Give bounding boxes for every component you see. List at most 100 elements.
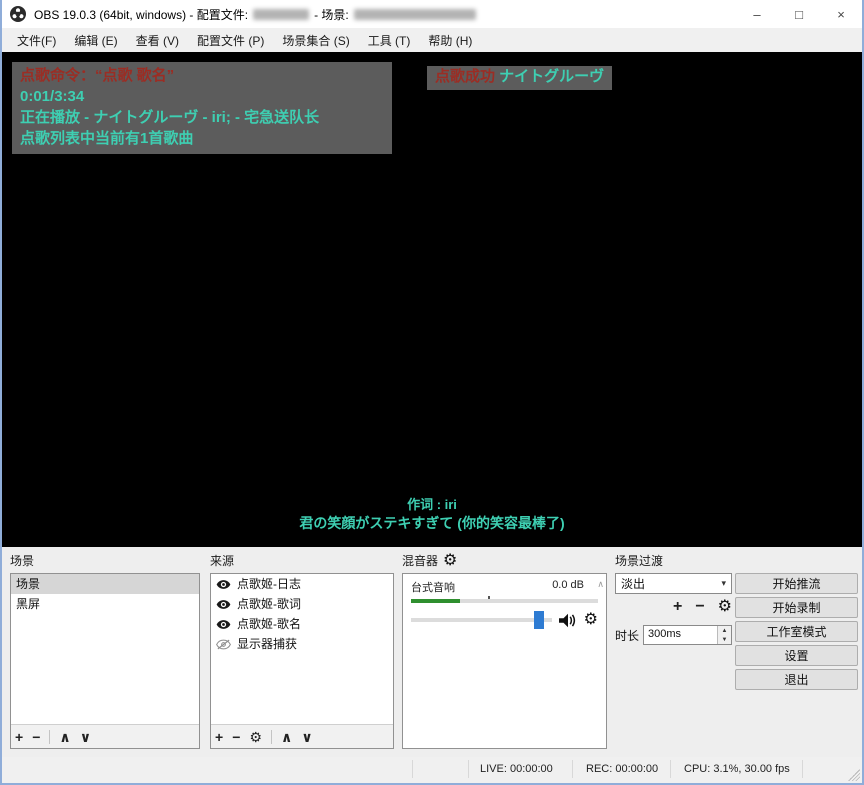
menu-tools[interactable]: 工具 (T) — [359, 28, 420, 53]
mixer-box: 台式音响 0.0 dB ∧ ⚙ — [402, 573, 607, 749]
duration-value: 300ms — [644, 626, 717, 644]
menu-edit[interactable]: 编辑 (E) — [65, 28, 126, 53]
menu-profile[interactable]: 配置文件 (P) — [188, 28, 273, 53]
window-title: OBS 19.0.3 (64bit, windows) - 配置文件: - 场景… — [34, 6, 476, 23]
volume-meter-tick — [488, 596, 490, 599]
toolbar-divider — [271, 730, 272, 744]
scene-label: 黑屏 — [16, 594, 40, 614]
spin-down-icon[interactable]: ▼ — [718, 635, 731, 644]
source-label: 点歌姬-歌词 — [237, 594, 301, 614]
sources-toolbar: + − ⚙ ∧ ∨ — [211, 724, 393, 748]
song-success-overlay: 点歌成功 ナイトグルーヴ — [427, 66, 612, 90]
window-title-prefix: OBS 19.0.3 (64bit, windows) - 配置文件: — [34, 6, 248, 23]
menu-file[interactable]: 文件(F) — [8, 28, 65, 53]
window-controls: – □ × — [736, 0, 862, 28]
source-label: 点歌姬-日志 — [237, 574, 301, 594]
chevron-down-icon: ▾ — [721, 578, 726, 589]
start-recording-button[interactable]: 开始录制 — [735, 597, 858, 618]
menu-view[interactable]: 查看 (V) — [127, 28, 188, 53]
mixer-scroll-up-icon[interactable]: ∧ — [597, 579, 604, 590]
visibility-eye-icon[interactable] — [216, 579, 231, 590]
mixer-title-label: 混音器 — [402, 552, 438, 569]
mixer-channel: 台式音响 0.0 dB ∧ ⚙ — [403, 574, 606, 748]
add-scene-button[interactable]: + — [15, 730, 23, 744]
sources-list-box: 点歌姬-日志 点歌姬-歌词 点歌姬-歌名 显示器捕获 + − ⚙ — [210, 573, 394, 749]
start-streaming-button[interactable]: 开始推流 — [735, 573, 858, 594]
status-cpu-fps: CPU: 3.1%, 30.00 fps — [684, 763, 790, 775]
source-row[interactable]: 显示器捕获 — [211, 634, 393, 654]
visibility-eye-icon[interactable] — [216, 599, 231, 610]
scene-label: 场景 — [16, 574, 40, 594]
overlay-queue-info: 点歌列表中当前有1首歌曲 — [20, 128, 384, 149]
minimize-button[interactable]: – — [736, 0, 778, 28]
channel-gear-icon[interactable]: ⚙ — [584, 612, 598, 628]
source-label: 显示器捕获 — [237, 634, 297, 654]
studio-mode-button[interactable]: 工作室模式 — [735, 621, 858, 642]
settings-button[interactable]: 设置 — [735, 645, 858, 666]
transitions-panel: 淡出 ▾ + − ⚙ 时长 300ms ▲ ▼ — [615, 547, 732, 757]
redacted-profile-name — [253, 9, 309, 20]
transition-select[interactable]: 淡出 ▾ — [615, 573, 732, 594]
volume-meter — [411, 599, 598, 603]
exit-button[interactable]: 退出 — [735, 669, 858, 690]
volume-meter-fill — [411, 599, 460, 603]
source-properties-gear-icon[interactable]: ⚙ — [249, 730, 262, 744]
scene-row[interactable]: 场景 — [11, 574, 199, 594]
redacted-scene-collection-name — [354, 9, 476, 20]
mixer-channel-db: 0.0 dB — [552, 579, 584, 595]
scene-up-button[interactable]: ∧ — [59, 730, 70, 744]
status-divider — [670, 760, 671, 778]
duration-label: 时长 — [615, 627, 639, 644]
sources-panel-title: 来源 — [210, 552, 234, 569]
scene-down-button[interactable]: ∨ — [80, 730, 91, 744]
lyrics-credit: 作词 : iri — [2, 496, 862, 514]
status-rec-time: REC: 00:00:00 — [586, 763, 658, 775]
overlay-success-status: 点歌成功 — [435, 68, 495, 85]
song-request-overlay: 点歌命令：“点歌 歌名” 0:01/3:34 正在播放 - ナイトグルーヴ - … — [12, 62, 392, 154]
spin-up-icon[interactable]: ▲ — [718, 626, 731, 635]
sources-list: 点歌姬-日志 点歌姬-歌词 点歌姬-歌名 显示器捕获 — [211, 574, 393, 724]
status-bar: LIVE: 00:00:00 REC: 00:00:00 CPU: 3.1%, … — [2, 757, 862, 783]
mixer-gear-icon[interactable]: ⚙ — [443, 553, 457, 569]
remove-source-button[interactable]: − — [232, 730, 240, 744]
status-live-time: LIVE: 00:00:00 — [480, 763, 553, 775]
status-divider — [572, 760, 573, 778]
obs-main-window: OBS 19.0.3 (64bit, windows) - 配置文件: - 场景… — [0, 0, 864, 785]
overlay-now-playing: 正在播放 - ナイトグルーヴ - iri; - 宅急送队长 — [20, 107, 384, 128]
volume-slider-handle[interactable] — [534, 611, 544, 629]
add-transition-button[interactable]: + — [673, 599, 682, 615]
source-row[interactable]: 点歌姬-歌名 — [211, 614, 393, 634]
menu-scene-collection[interactable]: 场景集合 (S) — [273, 28, 358, 53]
status-divider — [412, 760, 413, 778]
transition-toolbar: + − ⚙ — [615, 599, 732, 615]
lyrics-line: 君の笑顔がステキすぎて (你的笑容最棒了) — [2, 514, 862, 533]
scene-row[interactable]: 黑屏 — [11, 594, 199, 614]
source-row[interactable]: 点歌姬-歌词 — [211, 594, 393, 614]
status-divider — [468, 760, 469, 778]
remove-scene-button[interactable]: − — [32, 730, 40, 744]
transition-gear-icon[interactable]: ⚙ — [718, 599, 732, 615]
scenes-list-box: 场景 黑屏 + − ∧ ∨ — [10, 573, 200, 749]
window-title-middle: - 场景: — [314, 6, 349, 23]
overlay-time: 0:01/3:34 — [20, 86, 384, 107]
transition-selected-value: 淡出 — [621, 575, 645, 592]
source-row[interactable]: 点歌姬-日志 — [211, 574, 393, 594]
maximize-button[interactable]: □ — [778, 0, 820, 28]
resize-grip[interactable] — [848, 769, 860, 781]
duration-spinner[interactable]: 300ms ▲ ▼ — [643, 625, 732, 645]
mixer-channel-name: 台式音响 — [411, 579, 455, 595]
menu-help[interactable]: 帮助 (H) — [419, 28, 481, 53]
volume-slider[interactable] — [411, 618, 552, 622]
remove-transition-button[interactable]: − — [695, 599, 704, 615]
source-down-button[interactable]: ∨ — [301, 730, 312, 744]
visibility-eye-off-icon[interactable] — [216, 639, 231, 650]
source-up-button[interactable]: ∧ — [281, 730, 292, 744]
scenes-panel-title: 场景 — [10, 552, 34, 569]
speaker-icon[interactable] — [559, 613, 577, 628]
visibility-eye-icon[interactable] — [216, 619, 231, 630]
menu-bar: 文件(F) 编辑 (E) 查看 (V) 配置文件 (P) 场景集合 (S) 工具… — [2, 28, 862, 52]
add-source-button[interactable]: + — [215, 730, 223, 744]
spinner-buttons: ▲ ▼ — [717, 626, 731, 644]
close-button[interactable]: × — [820, 0, 862, 28]
video-preview[interactable]: 点歌命令：“点歌 歌名” 0:01/3:34 正在播放 - ナイトグルーヴ - … — [2, 52, 862, 547]
